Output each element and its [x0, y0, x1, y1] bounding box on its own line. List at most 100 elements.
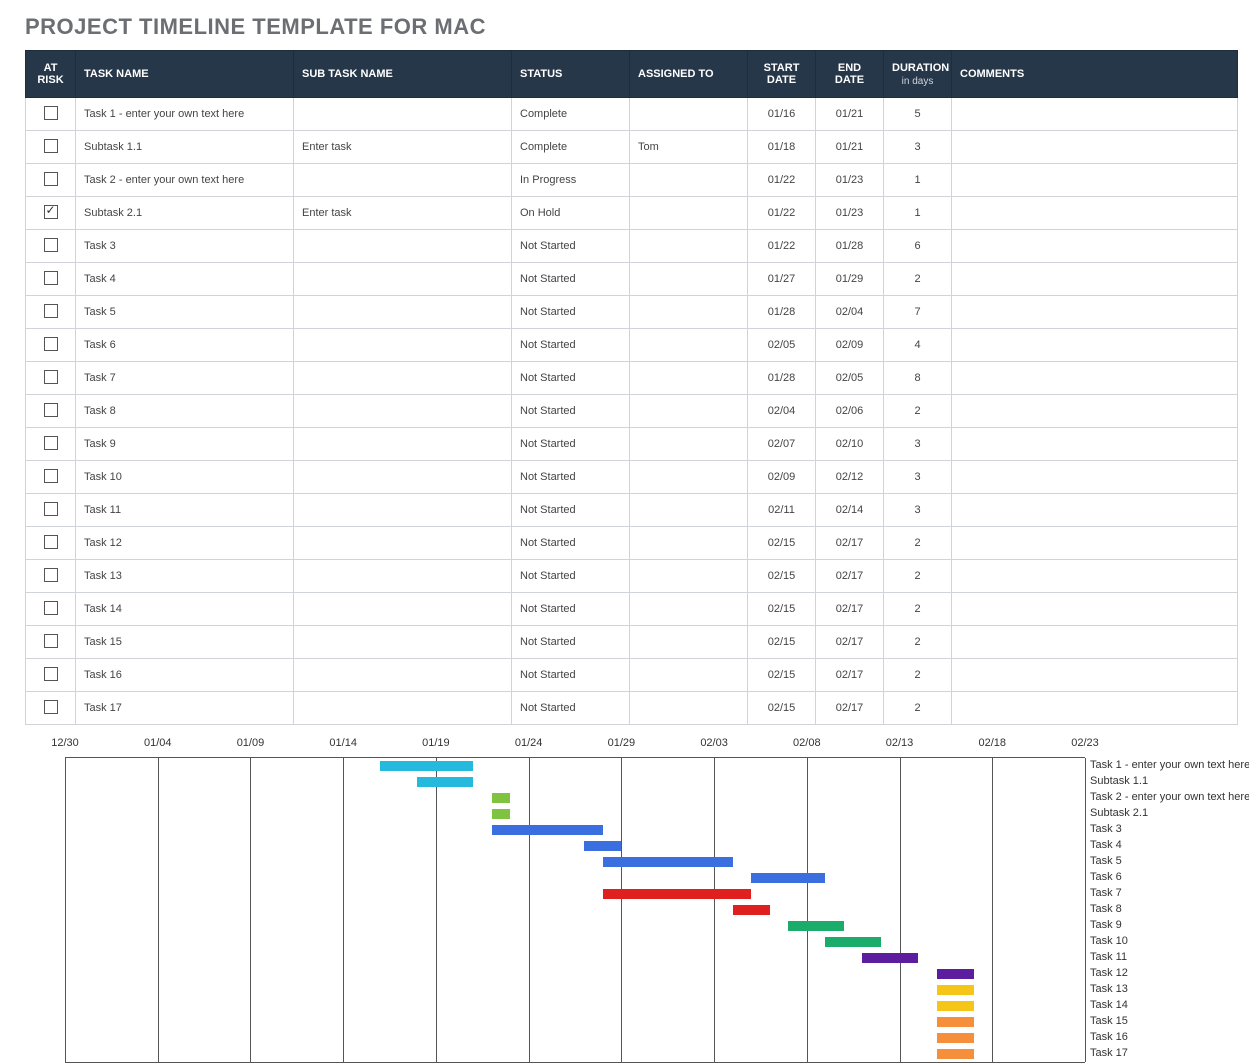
cell-end-date[interactable]: 02/17: [816, 659, 884, 692]
cell-status[interactable]: Not Started: [512, 230, 630, 263]
cell-status[interactable]: Not Started: [512, 692, 630, 725]
cell-subtask[interactable]: [294, 362, 512, 395]
cell-status[interactable]: In Progress: [512, 164, 630, 197]
cell-end-date[interactable]: 02/09: [816, 329, 884, 362]
cell-task-name[interactable]: Task 6: [76, 329, 294, 362]
cell-start-date[interactable]: 01/28: [748, 362, 816, 395]
cell-start-date[interactable]: 02/15: [748, 560, 816, 593]
at-risk-checkbox[interactable]: [44, 601, 58, 615]
cell-subtask[interactable]: [294, 230, 512, 263]
at-risk-checkbox[interactable]: [44, 403, 58, 417]
at-risk-checkbox[interactable]: [44, 172, 58, 186]
cell-end-date[interactable]: 01/23: [816, 197, 884, 230]
at-risk-checkbox[interactable]: [44, 535, 58, 549]
at-risk-checkbox[interactable]: [44, 106, 58, 120]
cell-start-date[interactable]: 02/15: [748, 692, 816, 725]
cell-subtask[interactable]: [294, 329, 512, 362]
cell-start-date[interactable]: 02/04: [748, 395, 816, 428]
cell-comments[interactable]: [952, 362, 1238, 395]
cell-comments[interactable]: [952, 593, 1238, 626]
cell-end-date[interactable]: 02/17: [816, 692, 884, 725]
cell-status[interactable]: Not Started: [512, 461, 630, 494]
cell-subtask[interactable]: [294, 494, 512, 527]
cell-status[interactable]: Not Started: [512, 626, 630, 659]
cell-end-date[interactable]: 01/23: [816, 164, 884, 197]
cell-assigned[interactable]: [630, 461, 748, 494]
cell-status[interactable]: Not Started: [512, 263, 630, 296]
cell-status[interactable]: Complete: [512, 98, 630, 131]
cell-start-date[interactable]: 02/15: [748, 659, 816, 692]
cell-subtask[interactable]: Enter task: [294, 197, 512, 230]
cell-comments[interactable]: [952, 494, 1238, 527]
at-risk-checkbox[interactable]: [44, 337, 58, 351]
cell-assigned[interactable]: Tom: [630, 131, 748, 164]
cell-assigned[interactable]: [630, 560, 748, 593]
cell-assigned[interactable]: [630, 98, 748, 131]
cell-assigned[interactable]: [630, 296, 748, 329]
cell-assigned[interactable]: [630, 395, 748, 428]
cell-end-date[interactable]: 02/14: [816, 494, 884, 527]
cell-task-name[interactable]: Task 3: [76, 230, 294, 263]
cell-task-name[interactable]: Task 14: [76, 593, 294, 626]
cell-task-name[interactable]: Task 7: [76, 362, 294, 395]
at-risk-checkbox[interactable]: [44, 238, 58, 252]
cell-end-date[interactable]: 01/21: [816, 131, 884, 164]
cell-start-date[interactable]: 02/15: [748, 593, 816, 626]
cell-end-date[interactable]: 01/29: [816, 263, 884, 296]
cell-comments[interactable]: [952, 131, 1238, 164]
cell-subtask[interactable]: [294, 692, 512, 725]
cell-subtask[interactable]: [294, 263, 512, 296]
cell-start-date[interactable]: 01/22: [748, 230, 816, 263]
cell-subtask[interactable]: [294, 593, 512, 626]
cell-assigned[interactable]: [630, 659, 748, 692]
at-risk-checkbox[interactable]: [44, 502, 58, 516]
cell-subtask[interactable]: [294, 164, 512, 197]
cell-assigned[interactable]: [630, 197, 748, 230]
at-risk-checkbox[interactable]: [44, 568, 58, 582]
cell-task-name[interactable]: Subtask 2.1: [76, 197, 294, 230]
cell-subtask[interactable]: Enter task: [294, 131, 512, 164]
cell-task-name[interactable]: Task 8: [76, 395, 294, 428]
cell-assigned[interactable]: [630, 164, 748, 197]
cell-status[interactable]: Not Started: [512, 362, 630, 395]
cell-status[interactable]: Not Started: [512, 593, 630, 626]
cell-end-date[interactable]: 01/21: [816, 98, 884, 131]
cell-end-date[interactable]: 01/28: [816, 230, 884, 263]
cell-status[interactable]: Not Started: [512, 659, 630, 692]
cell-end-date[interactable]: 02/05: [816, 362, 884, 395]
at-risk-checkbox[interactable]: [44, 370, 58, 384]
cell-start-date[interactable]: 02/07: [748, 428, 816, 461]
cell-comments[interactable]: [952, 560, 1238, 593]
cell-comments[interactable]: [952, 263, 1238, 296]
cell-subtask[interactable]: [294, 98, 512, 131]
cell-start-date[interactable]: 02/15: [748, 527, 816, 560]
cell-task-name[interactable]: Task 11: [76, 494, 294, 527]
cell-assigned[interactable]: [630, 329, 748, 362]
at-risk-checkbox[interactable]: [44, 436, 58, 450]
cell-comments[interactable]: [952, 197, 1238, 230]
cell-task-name[interactable]: Task 10: [76, 461, 294, 494]
cell-start-date[interactable]: 01/28: [748, 296, 816, 329]
cell-start-date[interactable]: 01/27: [748, 263, 816, 296]
cell-end-date[interactable]: 02/17: [816, 593, 884, 626]
cell-end-date[interactable]: 02/12: [816, 461, 884, 494]
cell-start-date[interactable]: 01/16: [748, 98, 816, 131]
cell-comments[interactable]: [952, 692, 1238, 725]
cell-subtask[interactable]: [294, 560, 512, 593]
cell-comments[interactable]: [952, 527, 1238, 560]
cell-assigned[interactable]: [630, 527, 748, 560]
cell-assigned[interactable]: [630, 626, 748, 659]
cell-task-name[interactable]: Task 5: [76, 296, 294, 329]
at-risk-checkbox[interactable]: [44, 667, 58, 681]
cell-assigned[interactable]: [630, 593, 748, 626]
cell-task-name[interactable]: Subtask 1.1: [76, 131, 294, 164]
cell-assigned[interactable]: [630, 494, 748, 527]
cell-assigned[interactable]: [630, 230, 748, 263]
cell-end-date[interactable]: 02/06: [816, 395, 884, 428]
cell-assigned[interactable]: [630, 263, 748, 296]
at-risk-checkbox[interactable]: [44, 139, 58, 153]
cell-status[interactable]: Not Started: [512, 428, 630, 461]
cell-start-date[interactable]: 02/11: [748, 494, 816, 527]
cell-comments[interactable]: [952, 395, 1238, 428]
cell-status[interactable]: Complete: [512, 131, 630, 164]
